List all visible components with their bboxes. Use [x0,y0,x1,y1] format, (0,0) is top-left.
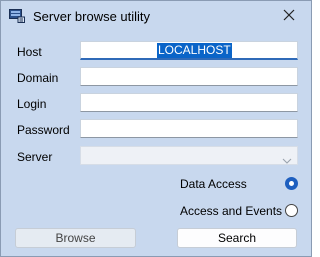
login-label: Login [17,97,47,111]
login-input[interactable] [80,93,298,112]
data-access-radio[interactable] [285,177,298,190]
domain-input[interactable] [80,67,298,86]
password-input[interactable] [80,119,298,138]
server-browse-window: Server browse utility Host LOCALHOST Dom… [0,0,312,257]
data-access-label: Data Access [180,177,247,191]
chevron-down-icon [282,152,292,169]
access-and-events-radio[interactable] [285,204,298,217]
domain-label: Domain [17,71,59,85]
server-label: Server [17,150,53,164]
host-input[interactable]: LOCALHOST [80,41,298,60]
host-label: Host [17,45,42,59]
host-input-value: LOCALHOST [157,43,232,58]
password-label: Password [17,123,70,137]
server-browse-icon [9,9,25,23]
close-button[interactable] [267,1,311,32]
close-icon [283,9,295,24]
server-select[interactable] [80,146,298,165]
browse-button[interactable]: Browse [15,228,136,248]
title-bar[interactable]: Server browse utility [1,1,311,32]
access-and-events-label: Access and Events [180,204,283,218]
search-button[interactable]: Search [177,228,297,248]
window-title: Server browse utility [33,9,151,24]
